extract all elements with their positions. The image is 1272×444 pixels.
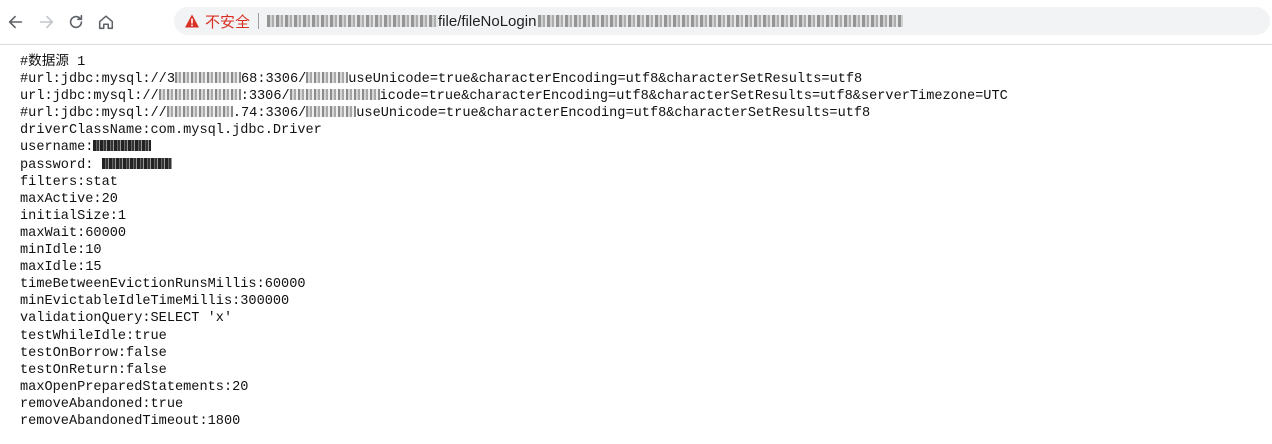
home-icon (98, 15, 114, 30)
redacted-segment (306, 72, 349, 84)
text-segment: maxWait:60000 (20, 225, 127, 241)
text-line: #数据源 1 (20, 54, 1272, 71)
text-segment: icode=true&characterEncoding=utf8&charac… (379, 89, 1008, 105)
text-segment: removeAbandonedTimeout:1800 (20, 413, 241, 429)
text-segment: driverClassName:com.mysql.jdbc.Driver (20, 123, 322, 139)
text-line: maxWait:60000 (20, 225, 1272, 242)
address-bar[interactable]: 不安全 file/fileNoLogin (174, 7, 1270, 35)
text-segment: .74:3306/ (232, 106, 307, 122)
browser-toolbar: 不安全 file/fileNoLogin (0, 0, 1272, 45)
redacted-segment (306, 106, 357, 118)
text-segment: username: (20, 140, 94, 156)
text-segment: maxIdle:15 (20, 260, 102, 276)
security-indicator[interactable]: 不安全 (184, 11, 250, 32)
text-segment: useUnicode=true&characterEncoding=utf8&c… (348, 72, 863, 88)
text-segment: #url:jdbc:mysql:// (20, 106, 167, 122)
text-line: testOnReturn:false (20, 362, 1272, 379)
text-segment: removeAbandoned:true (20, 396, 184, 412)
text-segment: minEvictableIdleTimeMillis:300000 (20, 294, 290, 310)
text-line: initialSize:1 (20, 208, 1272, 225)
security-label: 不安全 (205, 13, 251, 31)
text-segment: #url:jdbc:mysql://3 (20, 72, 175, 88)
forward-button[interactable] (32, 8, 60, 36)
text-line: #url:jdbc:mysql://3 68:3306/useUnicode=tr… (20, 71, 1272, 88)
reload-button[interactable] (62, 8, 90, 36)
text-segment: useUnicode=true&characterEncoding=utf8&c… (356, 106, 871, 122)
back-button[interactable] (2, 8, 30, 36)
text-line: driverClassName:com.mysql.jdbc.Driver (20, 122, 1272, 139)
text-line: password: (20, 157, 1272, 174)
text-line: removeAbandonedTimeout:1800 (20, 413, 1272, 430)
text-line: #url:jdbc:mysql:// .74:3306/useUnicode=tr… (20, 105, 1272, 122)
redacted-password (101, 157, 172, 169)
text-line: removeAbandoned:true (20, 396, 1272, 413)
redacted-segment (158, 89, 241, 101)
redacted-segment (175, 72, 241, 84)
redacted-url-query (538, 15, 904, 27)
text-segment: filters:stat (20, 174, 118, 190)
redacted-url-host (267, 15, 439, 27)
arrow-left-icon (8, 15, 23, 29)
omnibox-separator (258, 13, 260, 29)
text-segment: validationQuery:SELECT 'x' (20, 311, 233, 327)
text-line: maxOpenPreparedStatements:20 (20, 379, 1272, 396)
text-segment: initialSize:1 (20, 208, 127, 224)
text-segment: testOnBorrow:false (20, 345, 167, 361)
text-segment: password: (20, 157, 102, 173)
text-line: minEvictableIdleTimeMillis:300000 (20, 293, 1272, 310)
text-line: url:jdbc:mysql:// :3306/icode=true&charac… (20, 88, 1272, 105)
warning-triangle-icon (184, 13, 200, 29)
text-segment: testOnReturn:false (20, 362, 167, 378)
text-line: username: (20, 139, 1272, 156)
text-segment: maxActive:20 (20, 191, 118, 207)
page-content: #数据源 1 #url:jdbc:mysql://3 68:3306/useUni… (0, 45, 1272, 444)
text-segment: :3306/ (240, 89, 290, 105)
text-segment: #数据源 1 (20, 55, 86, 70)
home-button[interactable] (92, 8, 120, 36)
url-path: file/fileNoLogin (438, 12, 537, 30)
arrow-right-icon (39, 15, 54, 29)
reload-icon (69, 14, 83, 29)
text-segment: testWhileIdle:true (20, 328, 167, 344)
text-line: maxIdle:15 (20, 259, 1272, 276)
text-line: testWhileIdle:true (20, 328, 1272, 345)
text-segment: url:jdbc:mysql:// (20, 89, 159, 105)
text-line: maxActive:20 (20, 191, 1272, 208)
text-segment: 68:3306/ (241, 72, 307, 88)
text-line: validationQuery:SELECT 'x' (20, 310, 1272, 327)
text-line: filters:stat (20, 174, 1272, 191)
redacted-segment (289, 89, 380, 101)
text-line: testOnBorrow:false (20, 345, 1272, 362)
redacted-segment (166, 106, 233, 118)
text-segment: minIdle:10 (20, 243, 102, 259)
text-line: timeBetweenEvictionRunsMillis:60000 (20, 276, 1272, 293)
text-segment: maxOpenPreparedStatements:20 (20, 379, 249, 395)
text-line: minIdle:10 (20, 242, 1272, 259)
text-segment: timeBetweenEvictionRunsMillis:60000 (20, 277, 306, 293)
redacted-username (93, 140, 152, 152)
